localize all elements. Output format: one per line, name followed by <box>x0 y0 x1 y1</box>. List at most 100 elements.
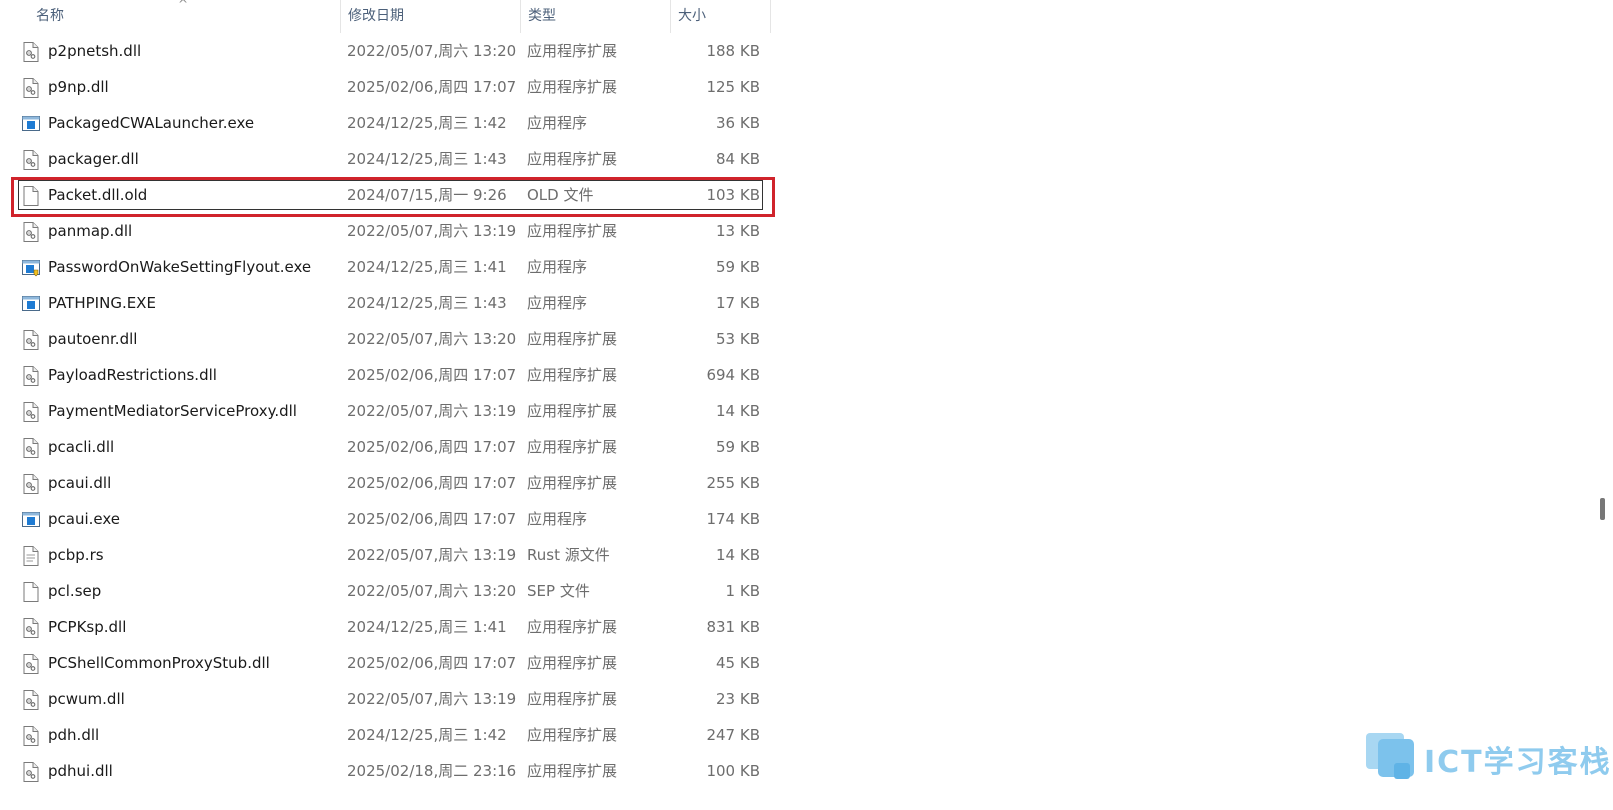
file-modified-date: 2024/12/25,周三 1:42 <box>347 114 507 132</box>
file-type: 应用程序 <box>527 114 588 132</box>
file-modified-date: 2022/05/07,周六 13:20 <box>347 330 517 348</box>
file-size: 694 KB <box>706 366 760 384</box>
file-type: SEP 文件 <box>527 582 590 600</box>
file-row[interactable]: pcaui.dll 2025/02/06,周四 17:07 应用程序扩展 255 KB <box>0 465 770 502</box>
file-size: 14 KB <box>716 402 760 420</box>
file-modified-date: 2022/05/07,周六 13:19 <box>347 402 517 420</box>
file-name: pcwum.dll <box>48 690 125 708</box>
file-row[interactable]: PayloadRestrictions.dll 2025/02/06,周四 17:… <box>0 357 770 394</box>
vertical-scrollbar-thumb[interactable] <box>1600 498 1605 520</box>
file-modified-date: 2022/05/07,周六 13:20 <box>347 42 517 60</box>
file-name: PATHPING.EXE <box>48 294 156 312</box>
file-size: 14 KB <box>716 546 760 564</box>
dll-icon <box>22 618 40 638</box>
file-size: 831 KB <box>706 618 760 636</box>
file-size: 13 KB <box>716 222 760 240</box>
dll-icon <box>22 654 40 674</box>
file-row[interactable]: pcl.sep 2022/05/07,周六 13:20 SEP 文件 1 KB <box>0 573 770 610</box>
file-modified-date: 2025/02/06,周四 17:07 <box>347 438 517 456</box>
file-type: 应用程序扩展 <box>527 690 618 708</box>
file-row[interactable]: packager.dll 2024/12/25,周三 1:43 应用程序扩展 84 K… <box>0 141 770 178</box>
file-type: 应用程序扩展 <box>527 438 618 456</box>
file-name: PackagedCWALauncher.exe <box>48 114 255 132</box>
file-modified-date: 2022/05/07,周六 13:19 <box>347 690 517 708</box>
file-size: 17 KB <box>716 294 760 312</box>
file-row[interactable]: pdh.dll 2024/12/25,周三 1:42 应用程序扩展 247 KB <box>0 717 770 754</box>
file-size: 188 KB <box>706 42 760 60</box>
column-header-size-label: 大小 <box>678 8 706 24</box>
file-row[interactable]: pcacli.dll 2025/02/06,周四 17:07 应用程序扩展 59 KB <box>0 429 770 466</box>
file-name: packager.dll <box>48 150 139 168</box>
file-row[interactable]: p2pnetsh.dll 2022/05/07,周六 13:20 应用程序扩展 188… <box>0 33 770 70</box>
file-type: 应用程序扩展 <box>527 402 618 420</box>
file-size: 23 KB <box>716 690 760 708</box>
file-name: pcbp.rs <box>48 546 104 564</box>
sort-ascending-icon: ^ <box>178 0 189 11</box>
file-row[interactable]: pautoenr.dll 2022/05/07,周六 13:20 应用程序扩展 53 … <box>0 321 770 358</box>
dll-icon <box>22 222 40 242</box>
red-highlight-box <box>11 177 775 217</box>
column-header-type-label: 类型 <box>528 8 556 24</box>
dll-icon <box>22 402 40 422</box>
file-type: Rust 源文件 <box>527 546 610 564</box>
file-type: 应用程序扩展 <box>527 654 618 672</box>
exe-shield-icon <box>22 258 40 278</box>
file-type: 应用程序 <box>527 294 588 312</box>
file-name: pcaui.exe <box>48 510 121 528</box>
column-divider[interactable] <box>770 0 771 33</box>
file-name: p9np.dll <box>48 78 109 96</box>
dll-icon <box>22 42 40 62</box>
file-modified-date: 2024/12/25,周三 1:43 <box>347 294 507 312</box>
file-modified-date: 2022/05/07,周六 13:19 <box>347 222 517 240</box>
file-name: pcaui.dll <box>48 474 112 492</box>
file-size: 36 KB <box>716 114 760 132</box>
file-row[interactable]: PasswordOnWakeSettingFlyout.exe 2024/12/2… <box>0 249 770 286</box>
file-row[interactable]: PackagedCWALauncher.exe 2024/12/25,周三 1:4… <box>0 105 770 142</box>
file-modified-date: 2024/12/25,周三 1:41 <box>347 618 507 636</box>
watermark-text: ICT学习客栈 <box>1424 745 1612 780</box>
file-modified-date: 2024/12/25,周三 1:41 <box>347 258 507 276</box>
file-row[interactable]: pcaui.exe 2025/02/06,周四 17:07 应用程序 174 KB <box>0 501 770 538</box>
file-size: 53 KB <box>716 330 760 348</box>
file-row[interactable]: PaymentMediatorServiceProxy.dll 2022/05/0… <box>0 393 770 430</box>
column-header-type[interactable]: 类型 <box>520 0 670 33</box>
column-header-date[interactable]: 修改日期 <box>340 0 520 33</box>
dll-icon <box>22 726 40 746</box>
dll-icon <box>22 690 40 710</box>
exe-icon <box>22 114 40 134</box>
dll-icon <box>22 330 40 350</box>
exe-icon <box>22 294 40 314</box>
file-modified-date: 2024/12/25,周三 1:43 <box>347 150 507 168</box>
column-header-bar: 名称 ^ 修改日期 类型 大小 <box>0 0 771 33</box>
file-size: 255 KB <box>706 474 760 492</box>
dll-icon <box>22 78 40 98</box>
file-row[interactable]: PCShellCommonProxyStub.dll 2025/02/06,周四 … <box>0 645 770 682</box>
file-modified-date: 2022/05/07,周六 13:20 <box>347 582 517 600</box>
column-header-name-label: 名称 <box>36 8 64 24</box>
file-row[interactable]: pdhui.dll 2025/02/18,周二 23:16 应用程序扩展 100 KB <box>0 753 770 790</box>
file-type: 应用程序 <box>527 258 588 276</box>
file-size: 125 KB <box>706 78 760 96</box>
file-name: pautoenr.dll <box>48 330 138 348</box>
watermark-logo: ICT学习客栈 <box>1366 733 1610 788</box>
file-type: 应用程序扩展 <box>527 726 618 744</box>
file-row[interactable]: PATHPING.EXE 2024/12/25,周三 1:43 应用程序 17 KB <box>0 285 770 322</box>
file-row[interactable]: panmap.dll 2022/05/07,周六 13:19 应用程序扩展 13 KB <box>0 213 770 250</box>
file-type: 应用程序扩展 <box>527 42 618 60</box>
file-modified-date: 2025/02/06,周四 17:07 <box>347 654 517 672</box>
file-modified-date: 2022/05/07,周六 13:19 <box>347 546 517 564</box>
file-row[interactable]: pcbp.rs 2022/05/07,周六 13:19 Rust 源文件 14 KB <box>0 537 770 574</box>
file-size: 247 KB <box>706 726 760 744</box>
file-modified-date: 2024/12/25,周三 1:42 <box>347 726 507 744</box>
file-row[interactable]: p9np.dll 2025/02/06,周四 17:07 应用程序扩展 125 KB <box>0 69 770 106</box>
file-size: 45 KB <box>716 654 760 672</box>
file-name: pcacli.dll <box>48 438 115 456</box>
file-size: 100 KB <box>706 762 760 780</box>
file-modified-date: 2025/02/18,周二 23:16 <box>347 762 517 780</box>
file-row[interactable]: pcwum.dll 2022/05/07,周六 13:19 应用程序扩展 23 KB <box>0 681 770 718</box>
column-header-size[interactable]: 大小 <box>670 0 770 33</box>
file-type: 应用程序扩展 <box>527 474 618 492</box>
text-file-icon <box>22 546 40 566</box>
file-row[interactable]: PCPKsp.dll 2024/12/25,周三 1:41 应用程序扩展 831 KB <box>0 609 770 646</box>
file-name: PaymentMediatorServiceProxy.dll <box>48 402 297 420</box>
